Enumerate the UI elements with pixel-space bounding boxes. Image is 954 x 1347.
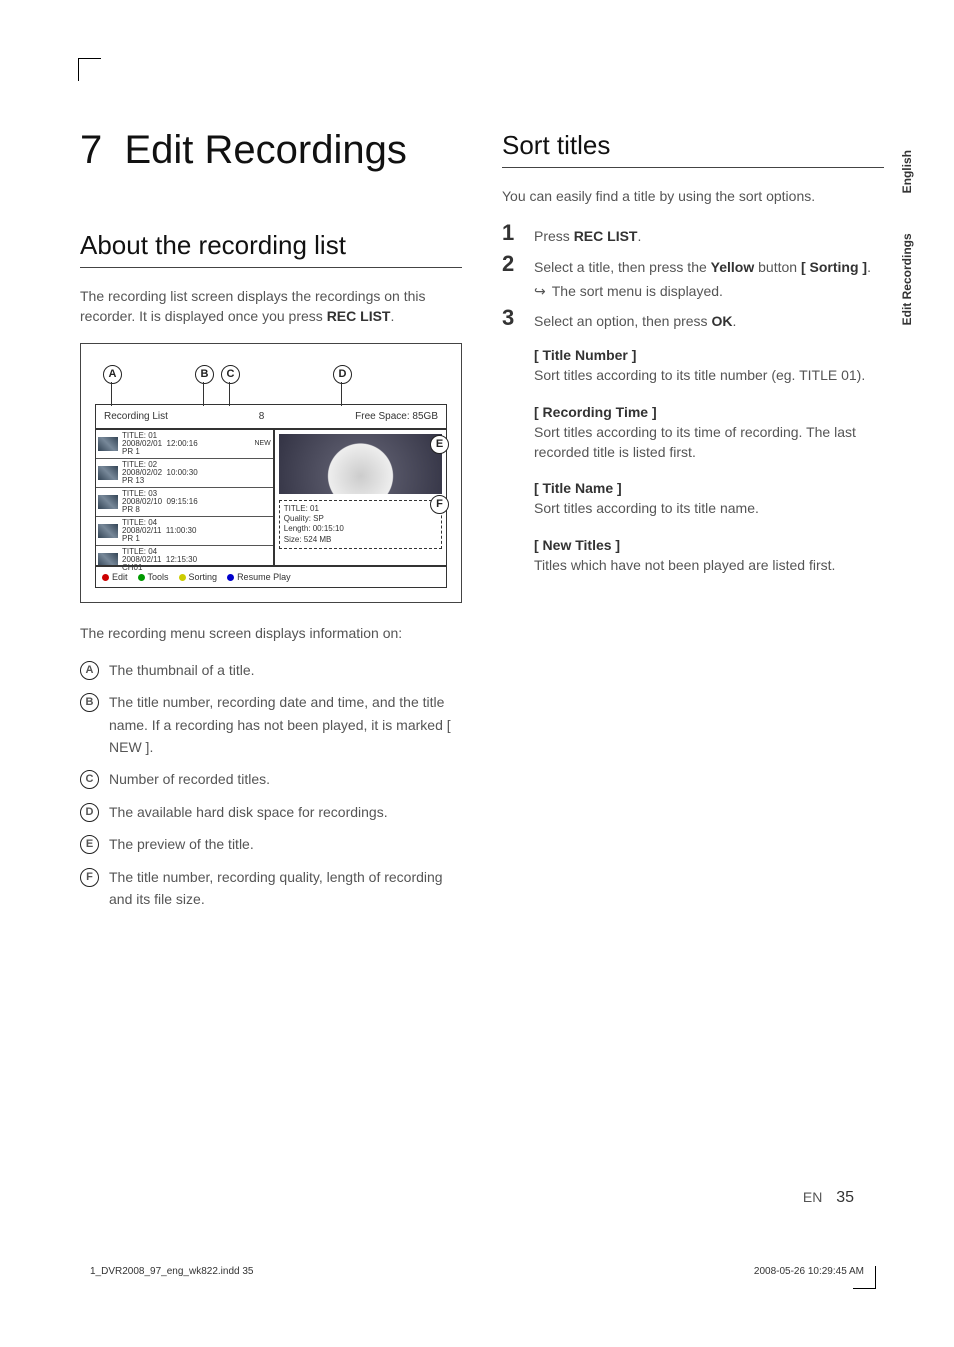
legend-text-F: The title number, recording quality, len… (109, 866, 462, 911)
section-rule-2 (502, 167, 884, 168)
callout-E: E (430, 435, 449, 454)
sort-option-new-titles: [ New Titles ] Titles which have not bee… (534, 537, 884, 575)
callout-A: A (103, 365, 122, 384)
sort-option-recording-time: [ Recording Time ] Sort titles according… (534, 404, 884, 463)
side-tab-lang: English (900, 150, 914, 193)
step-2: 2 Select a title, then press the Yellow … (502, 253, 884, 302)
section-about-heading: About the recording list (80, 230, 462, 261)
print-meta-right: 2008-05-26 10:29:45 AM (754, 1266, 864, 1277)
about-intro-bold: REC LIST (327, 308, 391, 324)
step-2-result: The sort menu is displayed. (534, 281, 871, 301)
callout-D: D (333, 365, 352, 384)
thumbnail-icon (98, 437, 118, 451)
recording-list-figure: A B C D Recording List 8 Free Space: 85G… (80, 343, 462, 603)
step-number-2: 2 (502, 253, 520, 302)
footer-resume: Resume Play (227, 572, 291, 582)
title-info-box: TITLE: 01 Quality: SP Length: 00:15:10 S… (279, 500, 442, 550)
legend-text-C: Number of recorded titles. (109, 768, 270, 790)
rl-header-left: Recording List (104, 411, 168, 422)
step-1: 1 Press REC LIST. (502, 222, 884, 246)
footer-lang: EN (803, 1189, 822, 1205)
callout-F: F (430, 495, 449, 514)
print-metadata: 1_DVR2008_97_eng_wk822.indd 35 2008-05-2… (90, 1266, 864, 1277)
legend-marker-A: A (80, 661, 99, 680)
legend-marker-E: E (80, 835, 99, 854)
new-badge: NEW (254, 440, 270, 447)
rl-header-right: Free Space: 85GB (355, 411, 438, 422)
red-dot-icon (102, 574, 109, 581)
thumbnail-icon (98, 466, 118, 480)
table-row: TITLE: 032008/02/10 09:15:16PR 8 (96, 488, 273, 517)
about-intro-suf: . (390, 308, 394, 324)
callout-C: C (221, 365, 240, 384)
legend-marker-D: D (80, 803, 99, 822)
side-tab-section: Edit Recordings (900, 233, 914, 325)
sort-option-title-number: [ Title Number ] Sort titles according t… (534, 347, 884, 385)
table-row: TITLE: 042008/02/11 11:00:30PR 1 (96, 517, 273, 546)
yellow-dot-icon (179, 574, 186, 581)
step-3: 3 Select an option, then press OK. (502, 307, 884, 331)
legend-text-B: The title number, recording date and tim… (109, 691, 462, 758)
legend-list: A The thumbnail of a title. B The title nu… (80, 659, 462, 911)
chapter-heading: 7 Edit Recordings (80, 130, 462, 170)
legend-text-A: The thumbnail of a title. (109, 659, 255, 681)
legend-marker-C: C (80, 770, 99, 789)
blue-dot-icon (227, 574, 234, 581)
table-row: TITLE: 012008/02/01 12:00:16PR 1 NEW (96, 430, 273, 459)
footer-edit: Edit (102, 572, 128, 582)
legend-marker-B: B (80, 693, 99, 712)
legend-text-D: The available hard disk space for record… (109, 801, 388, 823)
thumbnail-icon (98, 495, 118, 509)
section-rule (80, 267, 462, 268)
footer-page-number: 35 (836, 1189, 854, 1206)
footer-sorting: Sorting (179, 572, 218, 582)
step-number-3: 3 (502, 307, 520, 331)
preview-image (279, 434, 442, 494)
callout-B: B (195, 365, 214, 384)
footer-tools: Tools (138, 572, 169, 582)
crop-mark-tl (78, 58, 101, 81)
recording-list-screenshot: Recording List 8 Free Space: 85GB TITLE:… (95, 404, 447, 588)
legend-marker-F: F (80, 868, 99, 887)
legend-intro: The recording menu screen displays infor… (80, 623, 462, 643)
section-sort-heading: Sort titles (502, 130, 884, 161)
green-dot-icon (138, 574, 145, 581)
legend-text-E: The preview of the title. (109, 833, 254, 855)
side-tabs: Edit Recordings English (900, 150, 914, 325)
step-number-1: 1 (502, 222, 520, 246)
about-intro: The recording list screen displays the r… (80, 286, 462, 327)
rl-header-mid: 8 (259, 411, 265, 422)
sort-intro: You can easily find a title by using the… (502, 186, 884, 206)
sort-option-title-name: [ Title Name ] Sort titles according to … (534, 480, 884, 518)
print-meta-left: 1_DVR2008_97_eng_wk822.indd 35 (90, 1266, 253, 1277)
chapter-title: Edit Recordings (124, 128, 406, 172)
table-row: TITLE: 022008/02/02 10:00:30PR 13 (96, 459, 273, 488)
thumbnail-icon (98, 524, 118, 538)
chapter-number: 7 (80, 128, 102, 172)
page-footer: EN 35 (803, 1189, 854, 1207)
